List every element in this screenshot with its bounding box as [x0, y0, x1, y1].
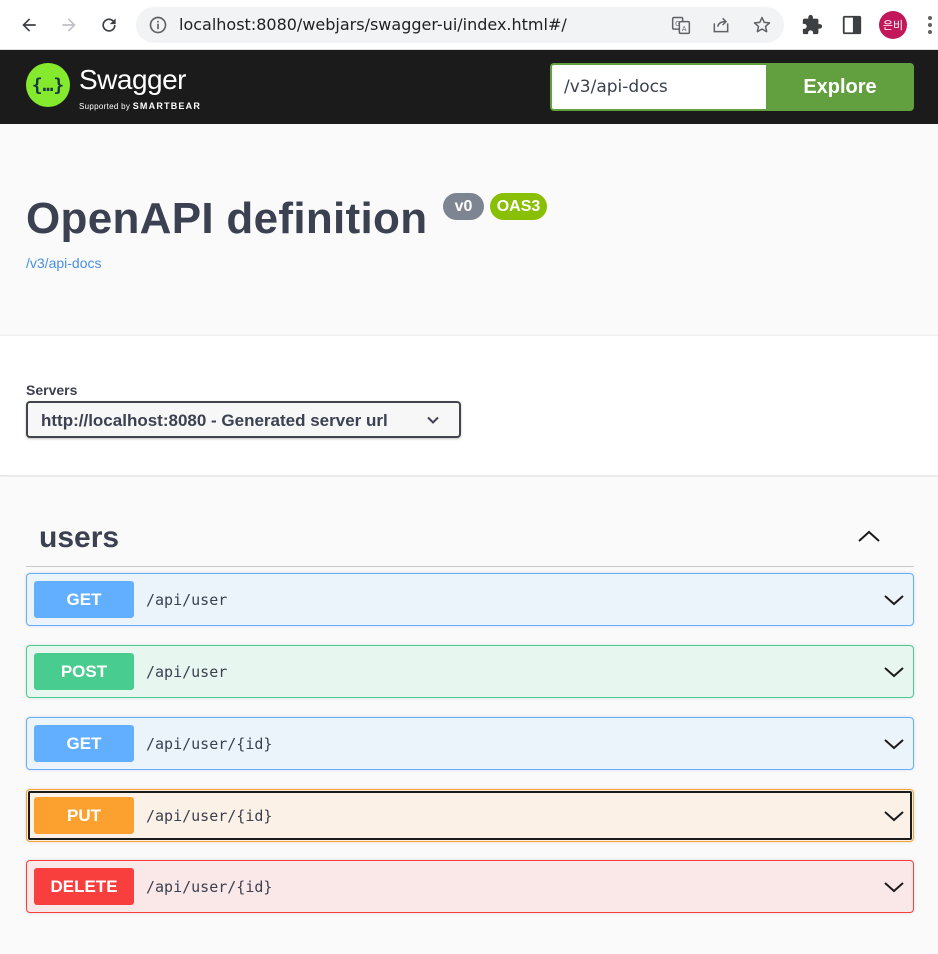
spec-link[interactable]: /v3/api-docs [26, 255, 101, 271]
reload-icon[interactable] [96, 12, 122, 38]
chevron-down-icon[interactable] [883, 879, 905, 895]
operation-path: /api/user/{id} [146, 878, 273, 896]
swagger-logo-icon[interactable]: {…} [26, 63, 70, 107]
chevron-down-icon [426, 413, 440, 427]
browser-toolbar: localhost:8080/webjars/swagger-ui/index.… [0, 0, 938, 50]
explore-form: /v3/api-docs Explore [550, 63, 914, 111]
explore-button[interactable]: Explore [766, 63, 914, 111]
sidepanel-icon[interactable] [841, 14, 863, 36]
servers-selected-value: http://localhost:8080 - Generated server… [41, 411, 388, 430]
operation-path: /api/user/{id} [146, 735, 273, 753]
method-badge: GET [34, 725, 134, 762]
brand-subtitle: Supported by SMARTBEAR [79, 101, 202, 111]
version-badge: v0 [443, 193, 484, 220]
operation-path: /api/user [146, 663, 228, 681]
operation-path: /api/user [146, 591, 228, 609]
svg-text:G: G [675, 20, 680, 28]
chevron-down-icon[interactable] [883, 592, 905, 608]
method-badge: GET [34, 581, 134, 618]
operation-put-api-user-id[interactable]: PUT /api/user/{id} [26, 789, 914, 842]
method-badge: DELETE [34, 868, 134, 905]
avatar[interactable]: 은비 [879, 11, 907, 39]
forward-icon[interactable] [56, 12, 82, 38]
chevron-down-icon[interactable] [883, 808, 905, 824]
operations-section: users GET /api/user POST /api/user GET /… [0, 477, 938, 954]
more-icon[interactable] [926, 14, 934, 36]
swagger-topbar: {…} Swagger Supported by SMARTBEAR /v3/a… [0, 50, 938, 124]
servers-label: Servers [26, 382, 78, 398]
star-icon[interactable] [752, 15, 772, 35]
spec-url-input[interactable]: /v3/api-docs [550, 63, 768, 111]
url-text[interactable]: localhost:8080/webjars/swagger-ui/index.… [179, 15, 567, 34]
chevron-down-icon[interactable] [883, 736, 905, 752]
svg-text:A: A [682, 25, 687, 33]
address-bar[interactable]: localhost:8080/webjars/swagger-ui/index.… [136, 7, 784, 43]
operation-path: /api/user/{id} [146, 807, 273, 825]
method-badge: POST [34, 653, 134, 690]
back-icon[interactable] [16, 12, 42, 38]
oas-badge: OAS3 [490, 193, 547, 220]
chevron-down-icon[interactable] [883, 664, 905, 680]
extensions-icon[interactable] [801, 14, 823, 36]
operation-post-api-user[interactable]: POST /api/user [26, 645, 914, 698]
share-icon[interactable] [711, 15, 731, 35]
operation-get-api-user-id[interactable]: GET /api/user/{id} [26, 717, 914, 770]
servers-section: Servers http://localhost:8080 - Generate… [0, 336, 938, 476]
tag-header-users[interactable]: users [26, 515, 914, 567]
info-icon[interactable] [148, 15, 168, 35]
operation-delete-api-user-id[interactable]: DELETE /api/user/{id} [26, 860, 914, 913]
page-title: OpenAPI definition [26, 194, 428, 243]
servers-select[interactable]: http://localhost:8080 - Generated server… [26, 401, 461, 438]
operation-get-api-user[interactable]: GET /api/user [26, 573, 914, 626]
tag-name: users [39, 521, 120, 554]
method-badge: PUT [34, 797, 134, 834]
brand-name: Swagger [79, 64, 187, 95]
translate-icon[interactable]: GA [671, 15, 691, 35]
chevron-up-icon[interactable] [856, 527, 882, 547]
info-section: OpenAPI definition v0 OAS3 /v3/api-docs [0, 124, 938, 336]
